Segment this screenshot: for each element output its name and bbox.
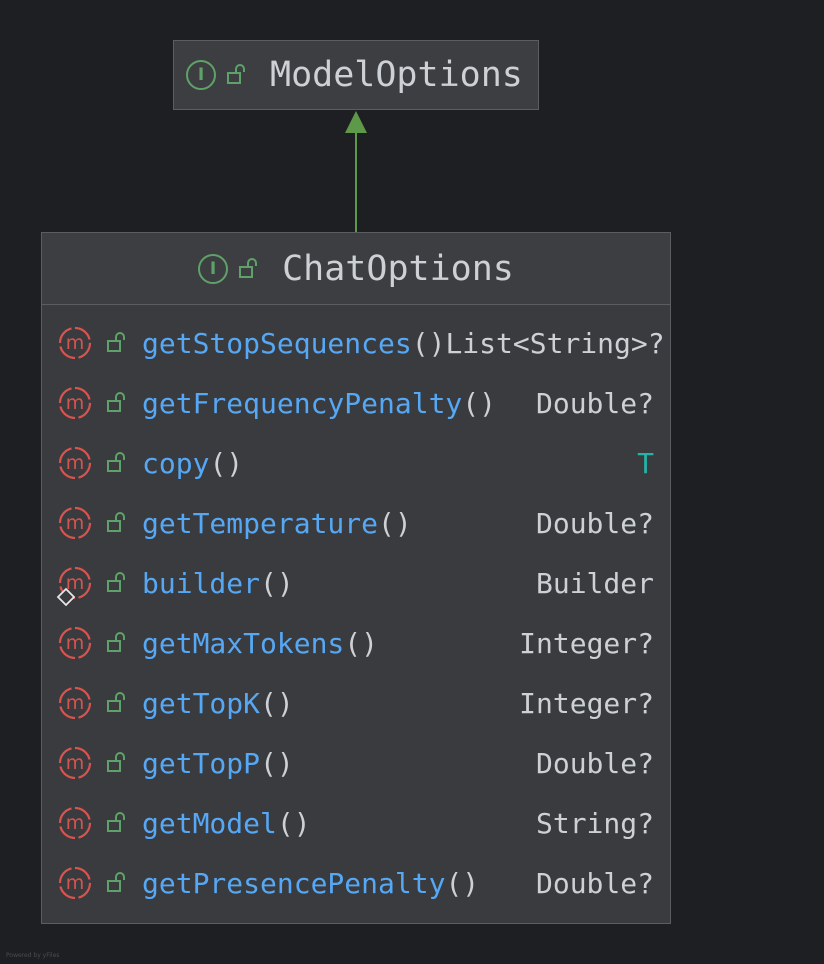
- method-parens: (): [260, 686, 294, 720]
- method-identifier: getPresencePenalty: [142, 866, 446, 900]
- method-name: copy(): [142, 447, 243, 480]
- svg-text:m: m: [66, 872, 85, 894]
- member-row[interactable]: m getTopP() Double?: [42, 733, 670, 793]
- class-name: ChatOptions: [282, 248, 514, 289]
- method-identifier: getFrequencyPenalty: [142, 386, 463, 420]
- method-icon: m: [58, 806, 92, 840]
- class-node-modeloptions[interactable]: I ModelOptions: [173, 40, 539, 110]
- method-identifier: getStopSequences: [142, 326, 412, 360]
- return-type: Integer?: [519, 626, 654, 660]
- public-lock-icon: [107, 392, 125, 412]
- public-lock-icon: [107, 572, 125, 592]
- member-row[interactable]: m copy() T: [42, 433, 670, 493]
- public-lock-icon: [227, 64, 245, 84]
- method-icon: m: [58, 866, 92, 900]
- member-list: m getStopSequences() List<String>? m getFreq…: [42, 305, 670, 913]
- public-lock-icon: [239, 257, 258, 278]
- method-icon: m: [58, 326, 92, 360]
- method-name: getModel(): [142, 807, 311, 840]
- method-parens: (): [445, 866, 480, 900]
- return-type: String?: [535, 806, 654, 840]
- method-identifier: getTemperature: [142, 506, 379, 540]
- class-node-chatoptions[interactable]: I ChatOptions m getStopSequences() List<St…: [41, 232, 671, 924]
- method-icon: m: [58, 386, 92, 420]
- method-identifier: getMaxTokens: [142, 626, 345, 660]
- method-identifier: getTopK: [142, 686, 261, 720]
- method-parens: (): [344, 626, 379, 660]
- method-identifier: getTopP: [142, 746, 261, 780]
- member-row[interactable]: m getModel() String?: [42, 793, 670, 853]
- svg-text:m: m: [66, 632, 85, 654]
- return-type: Double?: [535, 866, 654, 900]
- svg-text:m: m: [66, 692, 85, 714]
- class-name: ModelOptions: [270, 55, 523, 95]
- method-name: getTopP(): [142, 747, 294, 780]
- method-parens: (): [260, 746, 294, 780]
- method-identifier: getModel: [142, 806, 277, 840]
- method-name: builder(): [142, 567, 294, 600]
- return-type: List<String>?: [445, 326, 665, 360]
- svg-text:m: m: [66, 452, 85, 474]
- method-parens: (): [209, 446, 244, 480]
- interface-icon: I: [186, 60, 216, 90]
- public-lock-icon: [107, 452, 125, 472]
- method-icon: m: [58, 506, 92, 540]
- svg-text:m: m: [66, 332, 85, 354]
- member-row[interactable]: m getStopSequences() List<String>?: [42, 313, 670, 373]
- method-name: getFrequencyPenalty(): [142, 387, 496, 420]
- method-icon: m: [58, 446, 92, 480]
- method-name: getTemperature(): [142, 507, 412, 540]
- method-name: getPresencePenalty(): [142, 867, 479, 900]
- return-type: Double?: [535, 386, 654, 420]
- method-name: getMaxTokens(): [142, 627, 378, 660]
- method-name: getStopSequences(): [142, 327, 445, 360]
- public-lock-icon: [107, 752, 125, 772]
- method-identifier: copy: [142, 446, 210, 480]
- public-lock-icon: [107, 632, 125, 652]
- public-lock-icon: [107, 512, 125, 532]
- return-type: T: [637, 446, 654, 480]
- public-lock-icon: [107, 812, 125, 832]
- member-row[interactable]: m getTopK() Integer?: [42, 673, 670, 733]
- svg-text:m: m: [66, 752, 85, 774]
- method-icon: m: [58, 746, 92, 780]
- svg-text:m: m: [66, 392, 85, 414]
- method-parens: (): [276, 806, 311, 840]
- public-lock-icon: [107, 332, 125, 352]
- member-row[interactable]: m getTemperature() Double?: [42, 493, 670, 553]
- public-lock-icon: [107, 872, 125, 892]
- inheritance-arrowhead: [345, 111, 367, 133]
- member-row[interactable]: m getPresencePenalty() Double?: [42, 853, 670, 913]
- method-parens: (): [411, 326, 446, 360]
- method-parens: (): [378, 506, 412, 540]
- svg-text:m: m: [66, 812, 85, 834]
- return-type: Double?: [535, 746, 654, 780]
- public-lock-icon: [107, 692, 125, 712]
- interface-icon: I: [198, 253, 229, 284]
- member-row[interactable]: m builder() Builder: [42, 553, 670, 613]
- return-type: Double?: [535, 506, 654, 540]
- return-type: Integer?: [519, 686, 654, 720]
- method-parens: (): [462, 386, 497, 420]
- method-name: getTopK(): [142, 687, 294, 720]
- method-icon: m: [58, 686, 92, 720]
- static-diamond-icon: [56, 587, 76, 607]
- method-identifier: builder: [142, 566, 261, 600]
- footer-note: Powered by yFiles: [6, 952, 60, 959]
- member-row[interactable]: m getFrequencyPenalty() Double?: [42, 373, 670, 433]
- method-parens: (): [260, 566, 294, 600]
- class-header: I ChatOptions: [42, 233, 670, 305]
- svg-text:m: m: [66, 512, 85, 534]
- class-header: I ModelOptions: [174, 41, 538, 109]
- member-row[interactable]: m getMaxTokens() Integer?: [42, 613, 670, 673]
- method-icon: m: [58, 626, 92, 660]
- return-type: Builder: [535, 566, 654, 600]
